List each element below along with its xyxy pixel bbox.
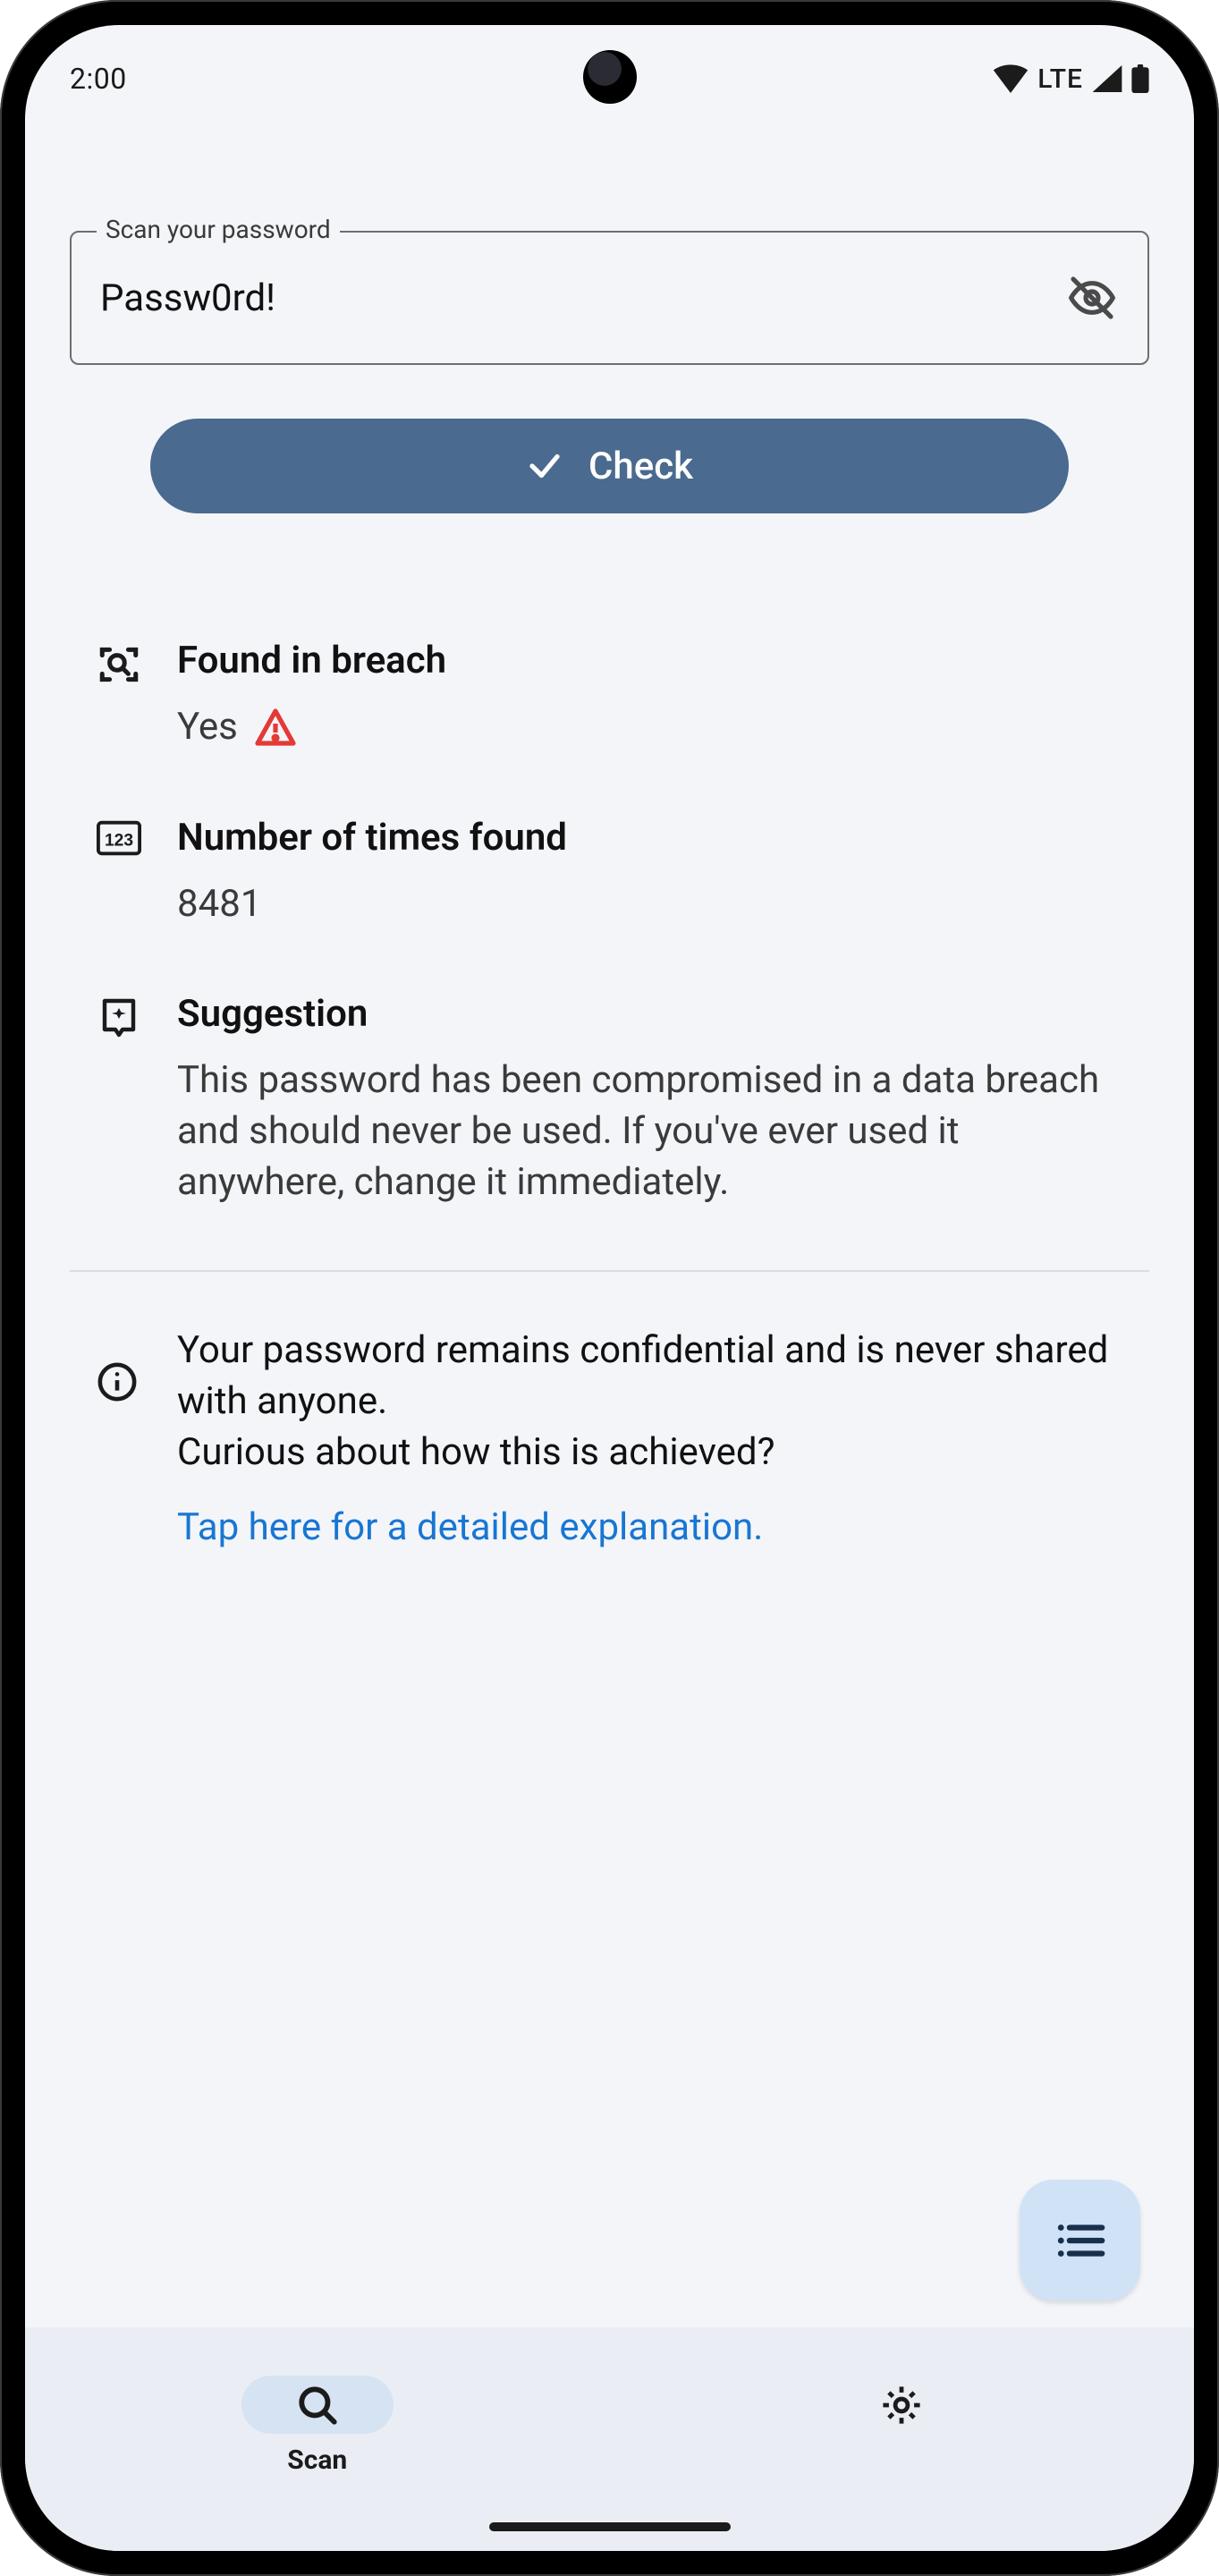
nav-scan[interactable]: Scan: [25, 2327, 610, 2551]
status-icons: LTE: [993, 64, 1149, 95]
result-suggestion: Suggestion This password has been compro…: [97, 992, 1122, 1208]
nav-label: Scan: [287, 2445, 347, 2476]
divider: [70, 1270, 1149, 1272]
password-input[interactable]: [100, 276, 1065, 320]
network-label: LTE: [1037, 64, 1083, 95]
nav-settings[interactable]: Settings: [610, 2327, 1195, 2551]
search-icon: [295, 2383, 340, 2428]
status-time: 2:00: [70, 62, 127, 96]
check-button[interactable]: Check: [150, 419, 1069, 513]
result-title: Number of times found: [177, 816, 1122, 860]
toggle-visibility-button[interactable]: [1065, 271, 1119, 325]
results-section: Found in breach Yes 123: [70, 639, 1149, 1549]
screen: 2:00 LTE Scan your password: [25, 25, 1194, 2551]
result-breach-value: Yes: [177, 702, 1122, 753]
signal-icon: [1092, 65, 1122, 92]
list-icon: [1054, 2221, 1106, 2260]
result-suggestion-text: This password has been compromised in a …: [177, 1055, 1122, 1208]
camera-cutout: [583, 50, 637, 104]
check-icon: [526, 447, 563, 485]
gear-icon: [878, 2382, 925, 2428]
check-button-label: Check: [588, 445, 693, 488]
password-field-label: Scan your password: [97, 215, 340, 244]
info-text: Your password remains confidential and i…: [177, 1326, 1122, 1478]
result-count: 123 Number of times found 8481: [97, 816, 1122, 930]
eye-off-icon: [1067, 273, 1117, 323]
main-content: Scan your password Check: [25, 132, 1194, 2327]
svg-text:123: 123: [105, 831, 133, 850]
result-title: Suggestion: [177, 992, 1122, 1036]
explanation-link[interactable]: Tap here for a detailed explanation.: [97, 1505, 1122, 1549]
gesture-handle[interactable]: [489, 2522, 731, 2531]
result-title: Found in breach: [177, 639, 1122, 682]
password-field[interactable]: Scan your password: [70, 231, 1149, 365]
battery-icon: [1131, 64, 1149, 93]
assistant-icon: [97, 996, 141, 1046]
phone-frame: 2:00 LTE Scan your password: [0, 0, 1219, 2576]
result-count-value: 8481: [177, 879, 1122, 930]
number-icon: 123: [97, 819, 141, 860]
wifi-icon: [993, 64, 1029, 93]
scan-icon: [97, 642, 141, 691]
bottom-nav: Scan Settings: [25, 2327, 1194, 2551]
confidentiality-info: Your password remains confidential and i…: [97, 1326, 1122, 1478]
result-breach: Found in breach Yes: [97, 639, 1122, 753]
info-icon: [97, 1361, 141, 1406]
warning-icon: [254, 706, 297, 749]
list-fab[interactable]: [1020, 2180, 1140, 2301]
